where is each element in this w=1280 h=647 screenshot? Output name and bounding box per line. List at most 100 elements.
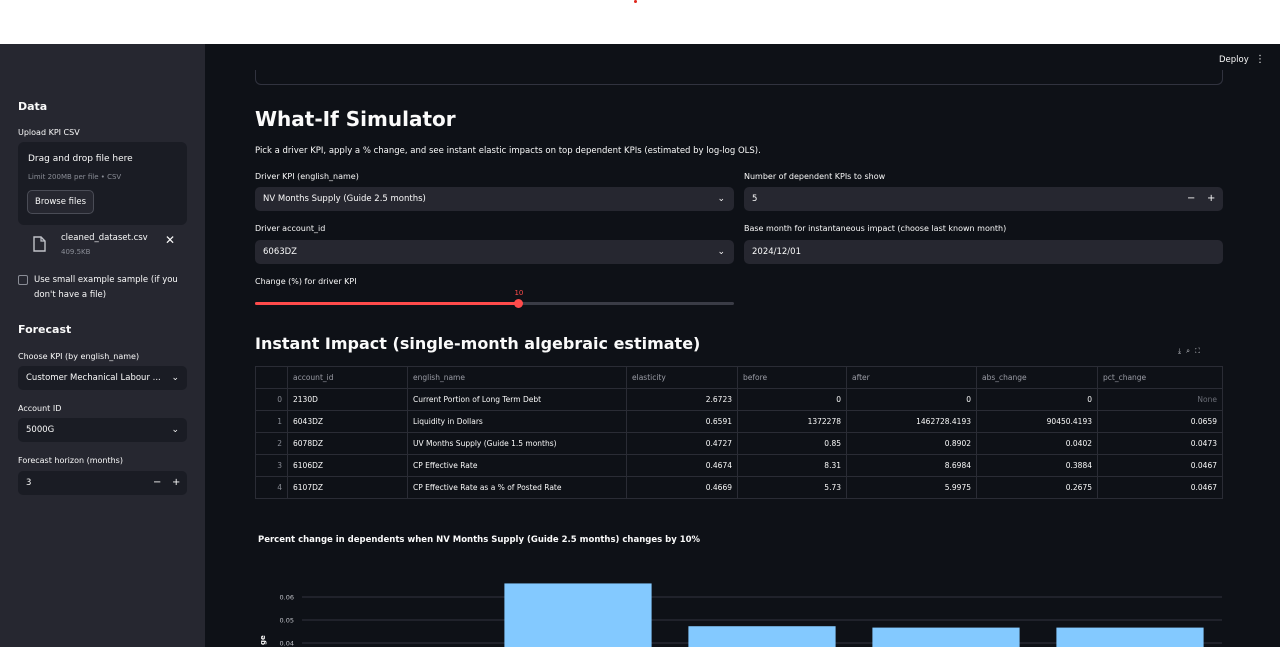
increment-button[interactable]: + xyxy=(1207,187,1215,211)
cell-before[interactable]: 0 xyxy=(737,388,847,411)
num-dependents-value: 5 xyxy=(752,194,758,204)
num-dependents-input[interactable]: 5 − + xyxy=(744,187,1223,211)
kpi-select[interactable]: Customer Mechanical Labour ... ⌄ xyxy=(18,366,187,390)
chevron-down-icon: ⌄ xyxy=(171,425,179,435)
cell-after[interactable]: 0.8902 xyxy=(846,432,977,455)
cell-abs-change[interactable]: 0 xyxy=(976,388,1098,411)
cell-abs-change[interactable]: 0.3884 xyxy=(976,454,1098,477)
table-row[interactable]: 3 6106DZ CP Effective Rate 0.4674 8.31 8… xyxy=(255,454,1223,477)
driver-kpi-select[interactable]: NV Months Supply (Guide 2.5 months) ⌄ xyxy=(255,187,734,211)
cell-pct-change[interactable]: 0.0467 xyxy=(1097,476,1223,499)
main-menu-icon[interactable]: ⋮ xyxy=(1255,54,1265,65)
cell-account-id[interactable]: 6043DZ xyxy=(287,410,408,433)
cell-english-name[interactable]: Current Portion of Long Term Debt xyxy=(407,388,627,411)
cell-account-id[interactable]: 6107DZ xyxy=(287,476,408,499)
cell-elasticity[interactable]: 0.6591 xyxy=(626,410,738,433)
column-header[interactable]: english_name xyxy=(407,366,627,389)
change-label: Change (%) for driver KPI xyxy=(255,277,357,286)
change-slider-value: 10 xyxy=(514,289,524,297)
row-index: 3 xyxy=(255,454,288,477)
cell-before[interactable]: 0.85 xyxy=(737,432,847,455)
dropzone-title: Drag and drop file here xyxy=(28,154,133,164)
table-row[interactable]: 4 6107DZ CP Effective Rate as a % of Pos… xyxy=(255,476,1223,499)
base-month-value: 2024/12/01 xyxy=(752,247,801,257)
cell-abs-change[interactable]: 0.2675 xyxy=(976,476,1098,499)
table-row[interactable]: 0 2130D Current Portion of Long Term Deb… xyxy=(255,388,1223,411)
cell-elasticity[interactable]: 0.4669 xyxy=(626,476,738,499)
cell-english-name[interactable]: UV Months Supply (Guide 1.5 months) xyxy=(407,432,627,455)
column-header[interactable]: after xyxy=(846,366,977,389)
column-header[interactable] xyxy=(255,366,288,389)
cell-pct-change[interactable]: 0.0467 xyxy=(1097,454,1223,477)
y-tick-label: 0.04 xyxy=(280,640,294,647)
fullscreen-icon[interactable]: ⛶ xyxy=(1195,347,1200,355)
y-tick-label: 0.05 xyxy=(280,617,294,625)
sample-checkbox[interactable] xyxy=(18,275,28,285)
cell-after[interactable]: 1462728.4193 xyxy=(846,410,977,433)
cell-before[interactable]: 5.73 xyxy=(737,476,847,499)
bar[interactable] xyxy=(688,626,836,647)
column-header[interactable]: elasticity xyxy=(626,366,738,389)
cell-before[interactable]: 8.31 xyxy=(737,454,847,477)
page-description: Pick a driver KPI, apply a % change, and… xyxy=(255,146,761,156)
cell-pct-change[interactable]: 0.0473 xyxy=(1097,432,1223,455)
bar[interactable] xyxy=(872,627,1020,647)
account-select-label: Account ID xyxy=(18,404,62,413)
kpi-select-value: Customer Mechanical Labour ... xyxy=(26,373,161,383)
cell-english-name[interactable]: CP Effective Rate as a % of Posted Rate xyxy=(407,476,627,499)
remove-file-icon[interactable]: ✕ xyxy=(165,233,175,247)
row-index: 4 xyxy=(255,476,288,499)
column-header[interactable]: account_id xyxy=(287,366,408,389)
decrement-button[interactable]: − xyxy=(153,471,161,495)
driver-account-select[interactable]: 6063DZ ⌄ xyxy=(255,240,734,264)
file-icon xyxy=(33,236,46,252)
account-select[interactable]: 5000G ⌄ xyxy=(18,418,187,442)
cell-pct-change[interactable]: 0.0659 xyxy=(1097,410,1223,433)
cell-abs-change[interactable]: 0.0402 xyxy=(976,432,1098,455)
cell-after[interactable]: 8.6984 xyxy=(846,454,977,477)
driver-account-label: Driver account_id xyxy=(255,224,326,233)
cell-english-name[interactable]: Liquidity in Dollars xyxy=(407,410,627,433)
chevron-down-icon: ⌄ xyxy=(717,194,725,204)
browse-files-button[interactable]: Browse files xyxy=(27,190,94,214)
search-icon[interactable]: ⌕ xyxy=(1186,347,1190,355)
driver-account-value: 6063DZ xyxy=(263,247,297,257)
download-icon[interactable]: ⤓ xyxy=(1178,347,1181,355)
deploy-button[interactable]: Deploy xyxy=(1219,55,1249,65)
table-row[interactable]: 2 6078DZ UV Months Supply (Guide 1.5 mon… xyxy=(255,432,1223,455)
cell-after[interactable]: 0 xyxy=(846,388,977,411)
cell-pct-change[interactable]: None xyxy=(1097,388,1223,411)
cell-english-name[interactable]: CP Effective Rate xyxy=(407,454,627,477)
bar[interactable] xyxy=(1056,627,1204,647)
cell-abs-change[interactable]: 90450.4193 xyxy=(976,410,1098,433)
row-index: 1 xyxy=(255,410,288,433)
column-header[interactable]: abs_change xyxy=(976,366,1098,389)
cell-elasticity[interactable]: 2.6723 xyxy=(626,388,738,411)
account-select-value: 5000G xyxy=(26,425,55,435)
decrement-button[interactable]: − xyxy=(1187,187,1195,211)
row-index: 0 xyxy=(255,388,288,411)
change-slider-fill xyxy=(255,302,519,305)
column-header[interactable]: before xyxy=(737,366,847,389)
increment-button[interactable]: + xyxy=(172,471,180,495)
cell-elasticity[interactable]: 0.4727 xyxy=(626,432,738,455)
cell-after[interactable]: 5.9975 xyxy=(846,476,977,499)
change-slider[interactable] xyxy=(255,299,734,308)
change-slider-thumb[interactable] xyxy=(514,299,524,308)
row-index: 2 xyxy=(255,432,288,455)
table-row[interactable]: 1 6043DZ Liquidity in Dollars 0.6591 137… xyxy=(255,410,1223,433)
chevron-down-icon: ⌄ xyxy=(717,247,725,257)
cell-before[interactable]: 1372278 xyxy=(737,410,847,433)
horizon-input[interactable]: 3 − + xyxy=(18,471,187,495)
cell-elasticity[interactable]: 0.4674 xyxy=(626,454,738,477)
base-month-input[interactable]: 2024/12/01 xyxy=(744,240,1223,264)
cell-account-id[interactable]: 6106DZ xyxy=(287,454,408,477)
cell-account-id[interactable]: 6078DZ xyxy=(287,432,408,455)
main-content: Deploy ⋮ What-If Simulator Pick a driver… xyxy=(205,44,1280,647)
cell-account-id[interactable]: 2130D xyxy=(287,388,408,411)
column-header[interactable]: pct_change xyxy=(1097,366,1223,389)
bar[interactable] xyxy=(504,583,652,647)
streamlit-app: Data Upload KPI CSV Drag and drop file h… xyxy=(0,44,1280,647)
file-dropzone[interactable]: Drag and drop file here Limit 200MB per … xyxy=(18,142,187,225)
impact-table: account_id english_name elasticity befor… xyxy=(255,366,1223,499)
